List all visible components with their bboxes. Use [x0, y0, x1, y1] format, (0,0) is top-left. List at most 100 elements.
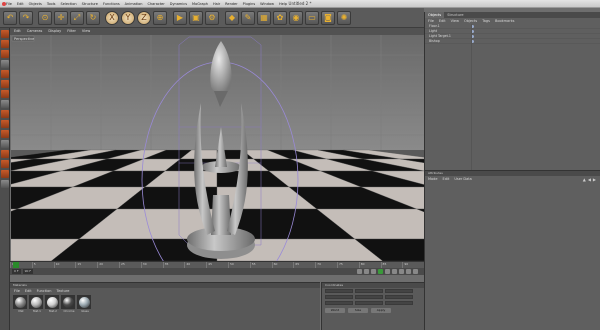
move-icon[interactable]: ✛ [54, 11, 68, 25]
coordinate-system-icon[interactable]: ⊕ [153, 11, 167, 25]
next-key-icon[interactable] [392, 269, 397, 274]
attribute-menu-user-data[interactable]: User Data [454, 176, 471, 182]
material-swatch[interactable]: Chrome [61, 295, 75, 313]
menu-selection[interactable]: Selection [61, 2, 77, 6]
material-menu-texture[interactable]: Texture [57, 288, 70, 294]
rotation-field[interactable] [385, 301, 413, 305]
light-icon[interactable]: ✺ [337, 11, 351, 25]
layout-icon[interactable] [1, 140, 9, 148]
edit-mode-icon[interactable] [1, 30, 9, 38]
object-row[interactable]: Bishop [425, 39, 600, 44]
size-field[interactable] [355, 295, 383, 299]
snap-icon[interactable] [1, 120, 9, 128]
menu-objects[interactable]: Objects [29, 2, 42, 6]
menu-file[interactable]: File [6, 2, 12, 6]
menu-plugins[interactable]: Plugins [243, 2, 256, 6]
position-field[interactable] [325, 295, 353, 299]
menu-character[interactable]: Character [148, 2, 165, 6]
menu-functions[interactable]: Functions [103, 2, 120, 6]
points-mode-icon[interactable] [1, 40, 9, 48]
material-swatch[interactable]: Glass [77, 295, 91, 313]
tweak-mode-icon[interactable] [1, 100, 9, 108]
autokey-icon[interactable] [413, 269, 418, 274]
floor-icon[interactable]: ▭ [305, 11, 319, 25]
menu-structure[interactable]: Structure [82, 2, 98, 6]
material-swatch[interactable]: Mat.1 [29, 295, 43, 313]
menu-render[interactable]: Render [225, 2, 237, 6]
attribute-menu-mode[interactable]: Mode [428, 176, 438, 182]
end-frame-field[interactable]: 90 F [22, 269, 34, 274]
rotation-field[interactable] [385, 289, 413, 293]
menu-mograph[interactable]: MoGraph [192, 2, 208, 6]
play-icon[interactable] [378, 269, 383, 274]
viewport[interactable]: Perspective [11, 35, 424, 261]
previous-key-icon[interactable] [364, 269, 369, 274]
apply-button[interactable]: Apply [371, 308, 391, 313]
material-swatch[interactable]: Mat.2 [45, 295, 59, 313]
arrow-right-icon[interactable]: ▶ [593, 177, 596, 182]
arrow-up-icon[interactable]: ▲ [583, 177, 586, 182]
edges-mode-icon[interactable] [1, 50, 9, 58]
viewport-menu-display[interactable]: Display [48, 28, 61, 35]
scale-icon[interactable]: ⤢ [70, 11, 84, 25]
cube-icon[interactable]: ◆ [225, 11, 239, 25]
viewport-menu-filter[interactable]: Filter [67, 28, 76, 35]
axis-mode-icon[interactable] [1, 90, 9, 98]
sculpt-icon[interactable] [1, 150, 9, 158]
go-to-end-icon[interactable] [399, 269, 404, 274]
menu-help[interactable]: Help [279, 2, 287, 6]
viewport-menu-edit[interactable]: Edit [14, 28, 21, 35]
menu-dynamics[interactable]: Dynamics [170, 2, 187, 6]
attribute-menu-edit[interactable]: Edit [443, 176, 450, 182]
material-menu-function[interactable]: Function [37, 288, 52, 294]
menu-edit[interactable]: Edit [17, 2, 24, 6]
workplane-icon[interactable] [1, 110, 9, 118]
go-to-start-icon[interactable] [357, 269, 362, 274]
redo-icon[interactable]: ↷ [19, 11, 33, 25]
size-dropdown[interactable]: Size [348, 308, 368, 313]
object-mode-icon[interactable] [1, 70, 9, 78]
menu-hair[interactable]: Hair [213, 2, 220, 6]
menu-tools[interactable]: Tools [47, 2, 56, 6]
live-selection-icon[interactable]: ⊙ [38, 11, 52, 25]
pen-icon[interactable]: ✎ [241, 11, 255, 25]
start-frame-field[interactable]: 0 F [12, 269, 21, 274]
size-field[interactable] [355, 289, 383, 293]
camera-icon[interactable]: ◙ [321, 11, 335, 25]
model-mode-icon[interactable] [1, 130, 9, 138]
render-settings-icon[interactable]: ⚙ [205, 11, 219, 25]
texture-mode-icon[interactable] [1, 80, 9, 88]
material-menu-edit[interactable]: Edit [25, 288, 32, 294]
position-field[interactable] [325, 301, 353, 305]
world-dropdown[interactable]: World [325, 308, 345, 313]
lock-icon[interactable] [1, 170, 9, 178]
x-axis-icon[interactable]: X [105, 11, 119, 25]
record-key-icon[interactable] [406, 269, 411, 274]
position-field[interactable] [325, 289, 353, 293]
rotate-icon[interactable]: ↻ [86, 11, 100, 25]
viewport-menu-cameras[interactable]: Cameras [27, 28, 43, 35]
material-swatch[interactable]: Mat [13, 295, 27, 313]
deformer-icon[interactable]: ◉ [289, 11, 303, 25]
z-axis-icon[interactable]: Z [137, 11, 151, 25]
step-back-icon[interactable] [371, 269, 376, 274]
size-field[interactable] [355, 301, 383, 305]
playhead[interactable] [13, 262, 19, 268]
y-axis-icon[interactable]: Y [121, 11, 135, 25]
array-icon[interactable]: ✿ [273, 11, 287, 25]
material-menu-file[interactable]: File [14, 288, 20, 294]
menu-animation[interactable]: Animation [125, 2, 143, 6]
timeline[interactable]: 051015202530354045505560657075808590 0 F… [10, 261, 424, 275]
arrow-left-icon[interactable]: ◀ [588, 177, 591, 182]
render-picture-viewer-icon[interactable]: ▣ [189, 11, 203, 25]
menu-window[interactable]: Window [260, 2, 274, 6]
viewport-menu-view[interactable]: View [82, 28, 90, 35]
subdivision-icon[interactable]: ▦ [257, 11, 271, 25]
polygons-mode-icon[interactable] [1, 60, 9, 68]
grid-icon[interactable] [1, 180, 9, 188]
undo-icon[interactable]: ↶ [3, 11, 17, 25]
render-view-icon[interactable]: ▶ [173, 11, 187, 25]
rotation-field[interactable] [385, 295, 413, 299]
paint-icon[interactable] [1, 160, 9, 168]
step-forward-icon[interactable] [385, 269, 390, 274]
